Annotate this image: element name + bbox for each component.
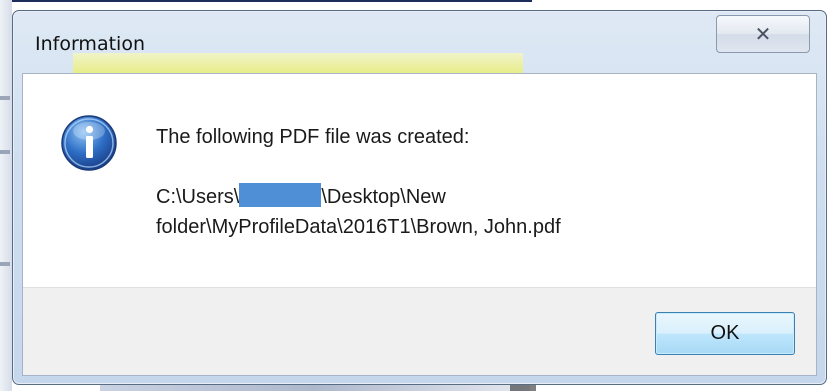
file-path-line1-suffix: \Desktop\New — [321, 186, 446, 208]
information-dialog: Information ✕ The following PDF file was… — [12, 10, 827, 385]
background-app-marker — [0, 150, 10, 154]
file-path: C:\Users\ \Desktop\New folder\MyProfileDa… — [156, 182, 561, 242]
background-app-left-edge — [0, 0, 12, 391]
file-path-line2: folder\MyProfileData\2016T1\Brown, John.… — [156, 216, 561, 238]
dialog-titlebar[interactable]: Information ✕ — [13, 11, 826, 73]
background-app-border — [0, 0, 532, 2]
close-button[interactable]: ✕ — [716, 15, 810, 53]
dialog-footer: OK — [23, 287, 816, 375]
dialog-content: The following PDF file was created: C:\U… — [22, 73, 817, 376]
dialog-title: Information — [35, 33, 145, 55]
background-app-marker — [0, 96, 10, 100]
redacted-username — [239, 183, 322, 207]
dialog-message: The following PDF file was created: — [156, 126, 470, 148]
background-app-marker — [0, 262, 10, 266]
file-path-prefix: C:\Users\ — [156, 186, 240, 208]
info-icon — [61, 115, 117, 171]
ok-button[interactable]: OK — [655, 312, 795, 355]
close-icon: ✕ — [754, 22, 772, 46]
